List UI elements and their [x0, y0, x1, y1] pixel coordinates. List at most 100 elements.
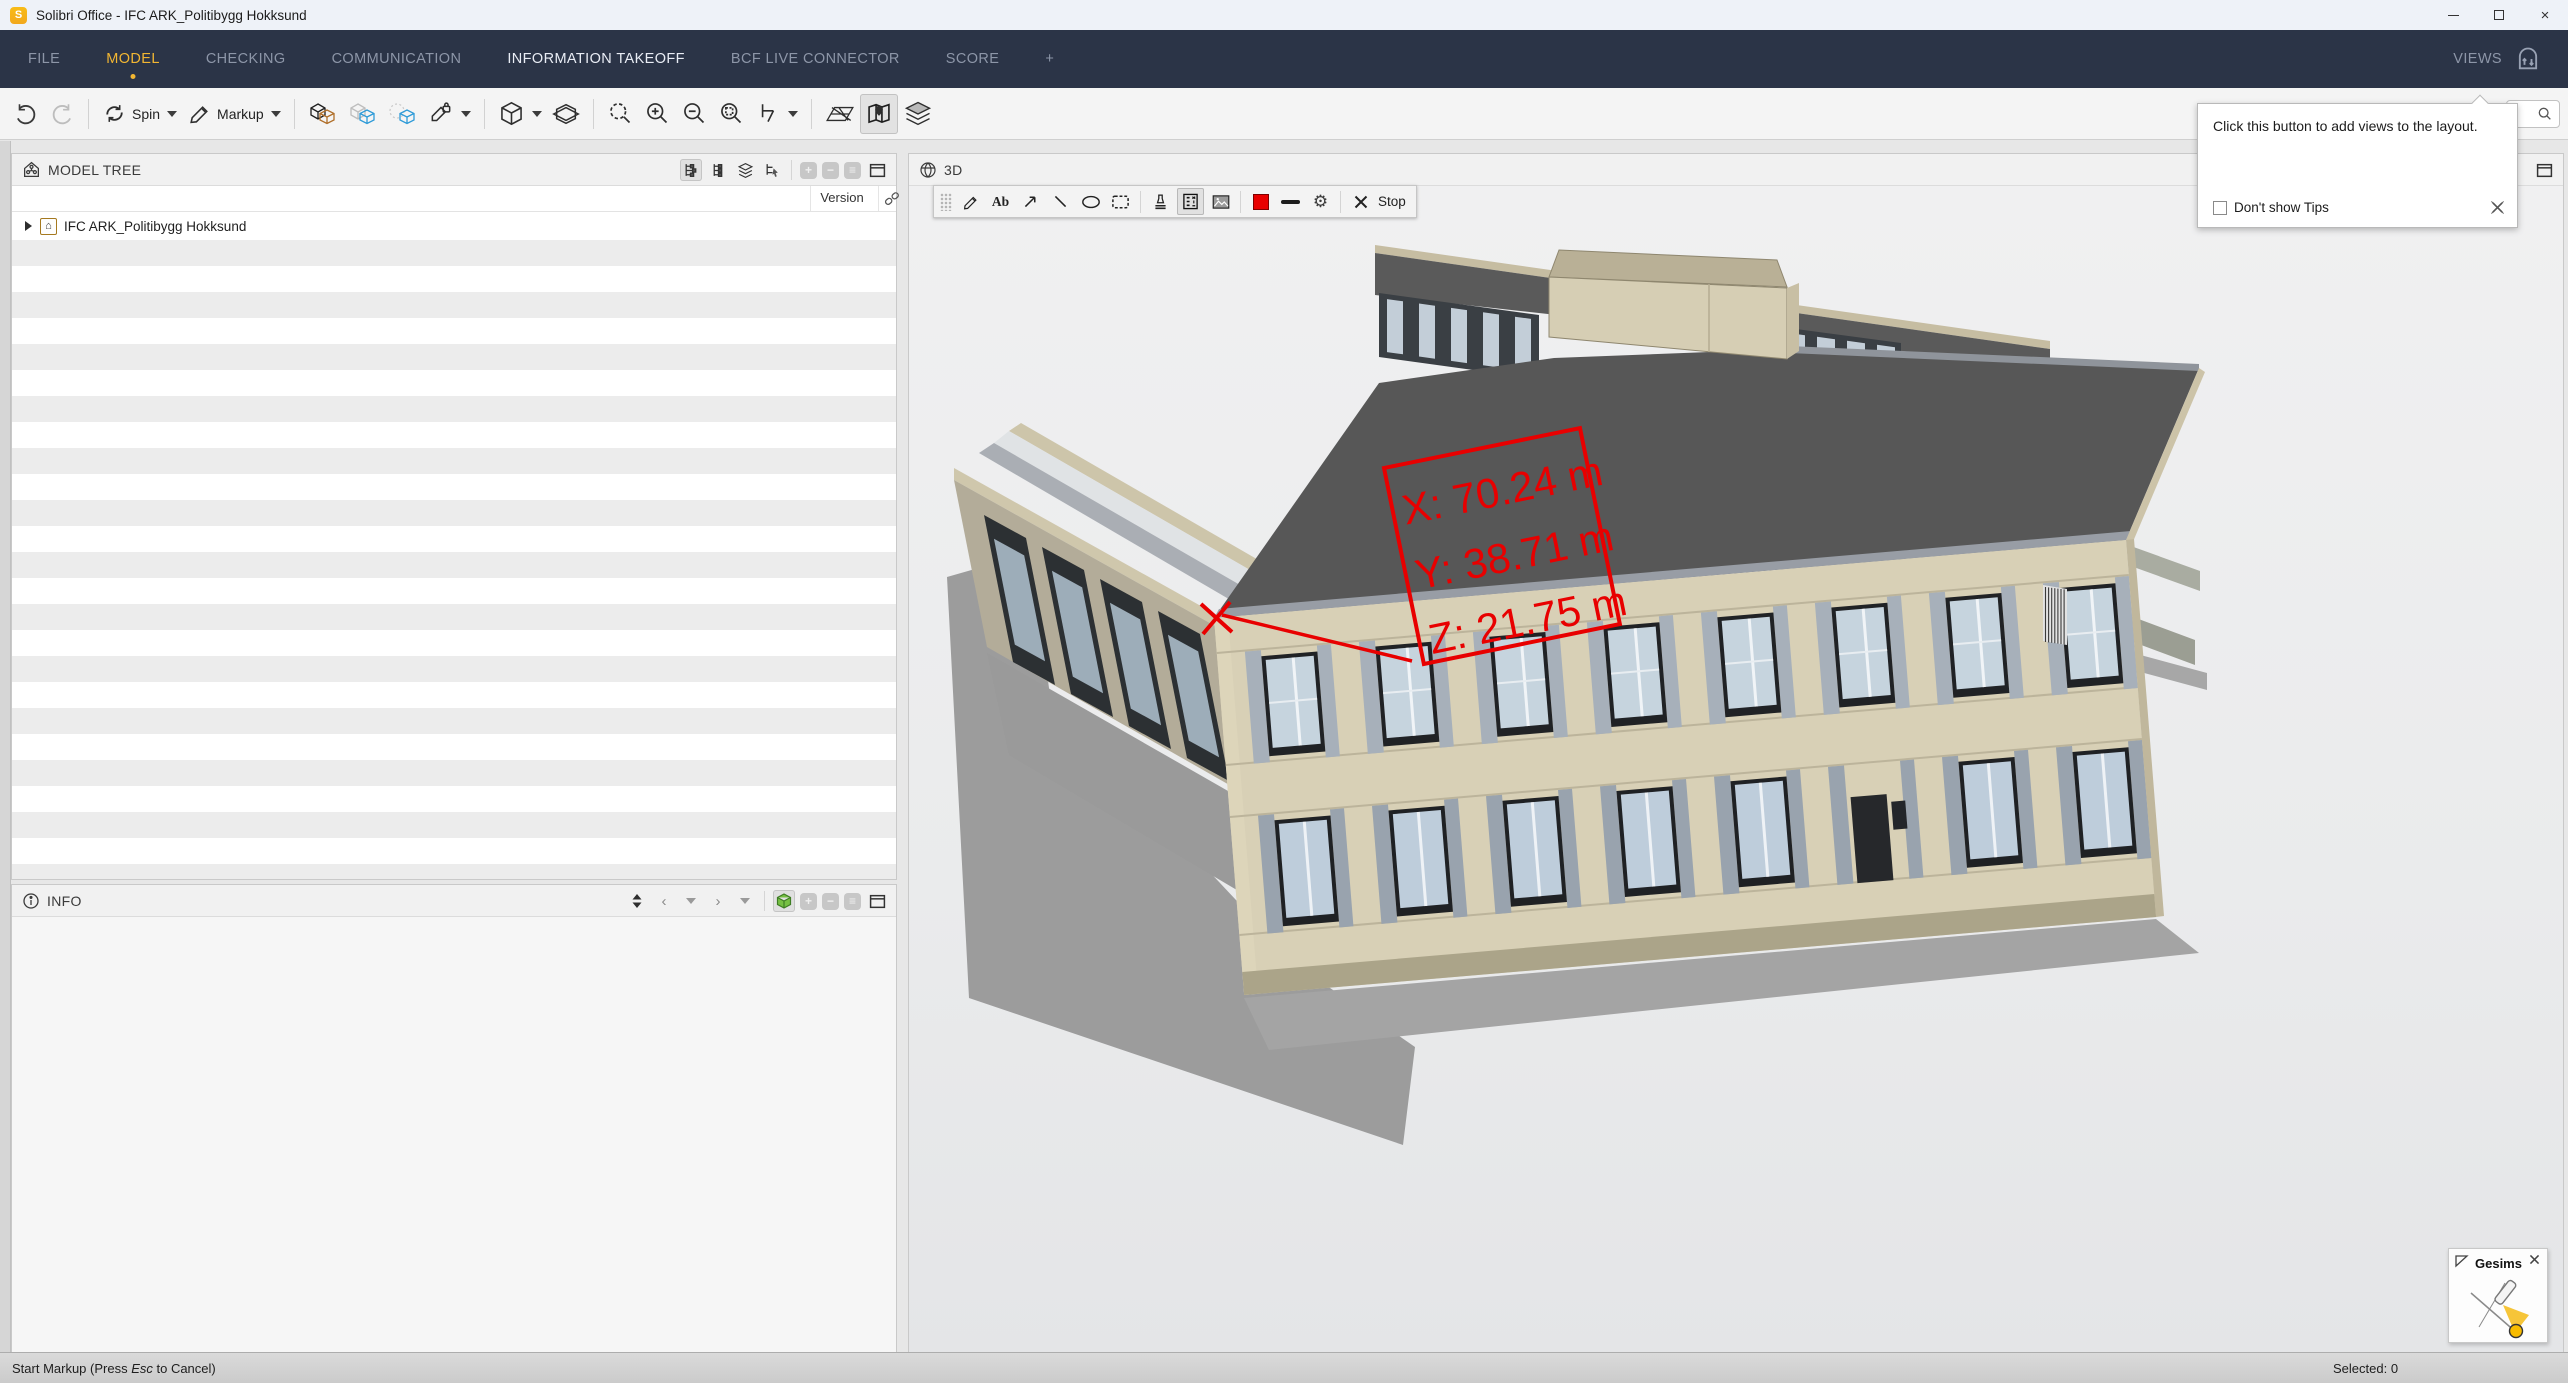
next-icon[interactable]: › [707, 890, 729, 912]
close-button[interactable]: × [2522, 0, 2568, 30]
info-icon [22, 892, 40, 910]
color-lock-button[interactable] [423, 94, 476, 134]
undo-icon [13, 101, 39, 127]
markup-toolbar: Ab ⚙ Stop [933, 185, 1417, 218]
roof-box-side [1787, 283, 1799, 359]
select-tool-button[interactable] [750, 94, 803, 134]
stop-label[interactable]: Stop [1378, 194, 1406, 209]
markup-settings[interactable]: ⚙ [1307, 188, 1334, 215]
show-all-button[interactable] [303, 94, 343, 134]
line-width-icon [1281, 200, 1300, 204]
dont-show-tips-checkbox[interactable] [2213, 201, 2227, 215]
prev-icon[interactable]: ‹ [653, 890, 675, 912]
tree-root-row[interactable]: ⌂ IFC ARK_Politibygg Hokksund [12, 212, 896, 240]
zoom-fit-button[interactable] [602, 94, 639, 134]
paint-lock-icon [428, 101, 454, 127]
zoom-in-button[interactable] [639, 94, 676, 134]
markup-text-tool[interactable]: Ab [987, 188, 1014, 215]
info-list-disabled-icon: ≡ [844, 893, 861, 910]
markup-tool-button[interactable]: Markup [182, 94, 286, 134]
view-presets-button[interactable] [493, 94, 547, 134]
menu-add-tab[interactable]: + [1043, 43, 1056, 75]
floor-plane-icon [825, 101, 855, 127]
isolate-button[interactable] [383, 94, 423, 134]
viewport-3d[interactable]: X: 70.24 m Y: 38.71 m Z: 21.75 m [909, 186, 2563, 1355]
view-presets-caret [532, 111, 542, 117]
pick-element-icon[interactable] [773, 890, 795, 912]
model-tree-panel: MODEL TREE + − ≡ Version [11, 153, 897, 880]
add-views-icon[interactable] [2514, 45, 2542, 73]
markup-pen-tool[interactable] [957, 188, 984, 215]
select-cursor-icon [755, 101, 781, 127]
tree-view-mode-icon[interactable] [680, 159, 702, 181]
map-view-button[interactable] [860, 94, 898, 134]
view3d-title: 3D [944, 162, 963, 178]
toolbar-grip-handle[interactable] [940, 193, 952, 211]
zoom-out-button[interactable] [676, 94, 713, 134]
menu-bcf-live-connector[interactable]: BCF LIVE CONNECTOR [729, 43, 902, 75]
spin-label: Spin [132, 106, 160, 122]
filter-disabled-icon: ≡ [844, 162, 861, 179]
spin-icon [102, 101, 127, 126]
title-bar: S Solibri Office - IFC ARK_Politibygg Ho… [0, 0, 2568, 30]
markup-line-width[interactable] [1277, 188, 1304, 215]
markup-stamp-tool[interactable] [1147, 188, 1174, 215]
cursor-tip-close-icon[interactable] [2528, 1253, 2541, 1266]
next-dropdown-icon[interactable] [734, 890, 756, 912]
layers-icon [903, 100, 933, 128]
sort-icon[interactable] [626, 890, 648, 912]
markup-line-tool[interactable] [1047, 188, 1074, 215]
menu-communication[interactable]: COMMUNICATION [330, 43, 464, 75]
info-panel: INFO ‹ › + − ≡ [11, 884, 897, 1356]
menu-model[interactable]: MODEL [104, 43, 162, 75]
menu-checking[interactable]: CHECKING [204, 43, 288, 75]
tree-select-mode-icon[interactable] [761, 159, 783, 181]
view3d-panel: 3D Ab [908, 153, 2564, 1356]
views-label[interactable]: VIEWS [2453, 51, 2502, 67]
search-icon [2537, 106, 2553, 122]
info-panel-layout-icon[interactable] [866, 890, 888, 912]
menu-model-label: MODEL [106, 51, 160, 67]
cube-3d-icon [919, 161, 937, 179]
map-pin-icon [865, 100, 893, 128]
tree-layers-mode-icon[interactable] [734, 159, 756, 181]
panel-layout-icon[interactable] [866, 159, 888, 181]
markup-ellipse-tool[interactable] [1077, 188, 1104, 215]
prev-dropdown-icon[interactable] [680, 890, 702, 912]
markup-arrow-tool[interactable] [1017, 188, 1044, 215]
menu-score[interactable]: SCORE [944, 43, 1002, 75]
markup-label: Markup [217, 106, 264, 122]
markup-stop-button[interactable] [1347, 188, 1374, 215]
section-box-button[interactable] [547, 94, 585, 134]
hovered-element-name: Gesims [2475, 1256, 2522, 1271]
close-icon: × [2541, 8, 2550, 23]
hide-button[interactable] [343, 94, 383, 134]
model-tree-header: MODEL TREE + − ≡ [12, 154, 896, 186]
maximize-button[interactable] [2476, 0, 2522, 30]
markup-coordinate-tool[interactable] [1177, 188, 1204, 215]
view3d-panel-layout-icon[interactable] [2533, 159, 2555, 181]
layers-button[interactable] [898, 94, 938, 134]
undo-button[interactable] [8, 94, 44, 134]
menu-information-takeoff[interactable]: INFORMATION TAKEOFF [505, 43, 687, 75]
markup-rectangle-tool[interactable] [1107, 188, 1134, 215]
menu-file[interactable]: FILE [26, 43, 62, 75]
dont-show-tips-label: Don't show Tips [2234, 200, 2329, 215]
markup-color-swatch[interactable] [1247, 188, 1274, 215]
zoom-out-icon [681, 100, 708, 127]
minimize-button[interactable] [2430, 0, 2476, 30]
tips-close-icon[interactable] [2490, 200, 2505, 215]
model-tree-icon [22, 160, 41, 179]
expand-arrow-icon[interactable] [25, 221, 32, 231]
redo-button[interactable] [44, 94, 80, 134]
tree-list-mode-icon[interactable] [707, 159, 729, 181]
zoom-area-button[interactable] [713, 94, 750, 134]
zoom-area-icon [718, 100, 745, 127]
floor-plane-button[interactable] [820, 94, 860, 134]
spin-tool-button[interactable]: Spin [97, 94, 182, 134]
model-house-icon: ⌂ [40, 218, 57, 235]
markup-image-tool[interactable] [1207, 188, 1234, 215]
tips-text: Click this button to add views to the la… [2213, 118, 2478, 134]
active-menu-dot [131, 74, 136, 79]
link-column-icon[interactable] [884, 191, 900, 207]
